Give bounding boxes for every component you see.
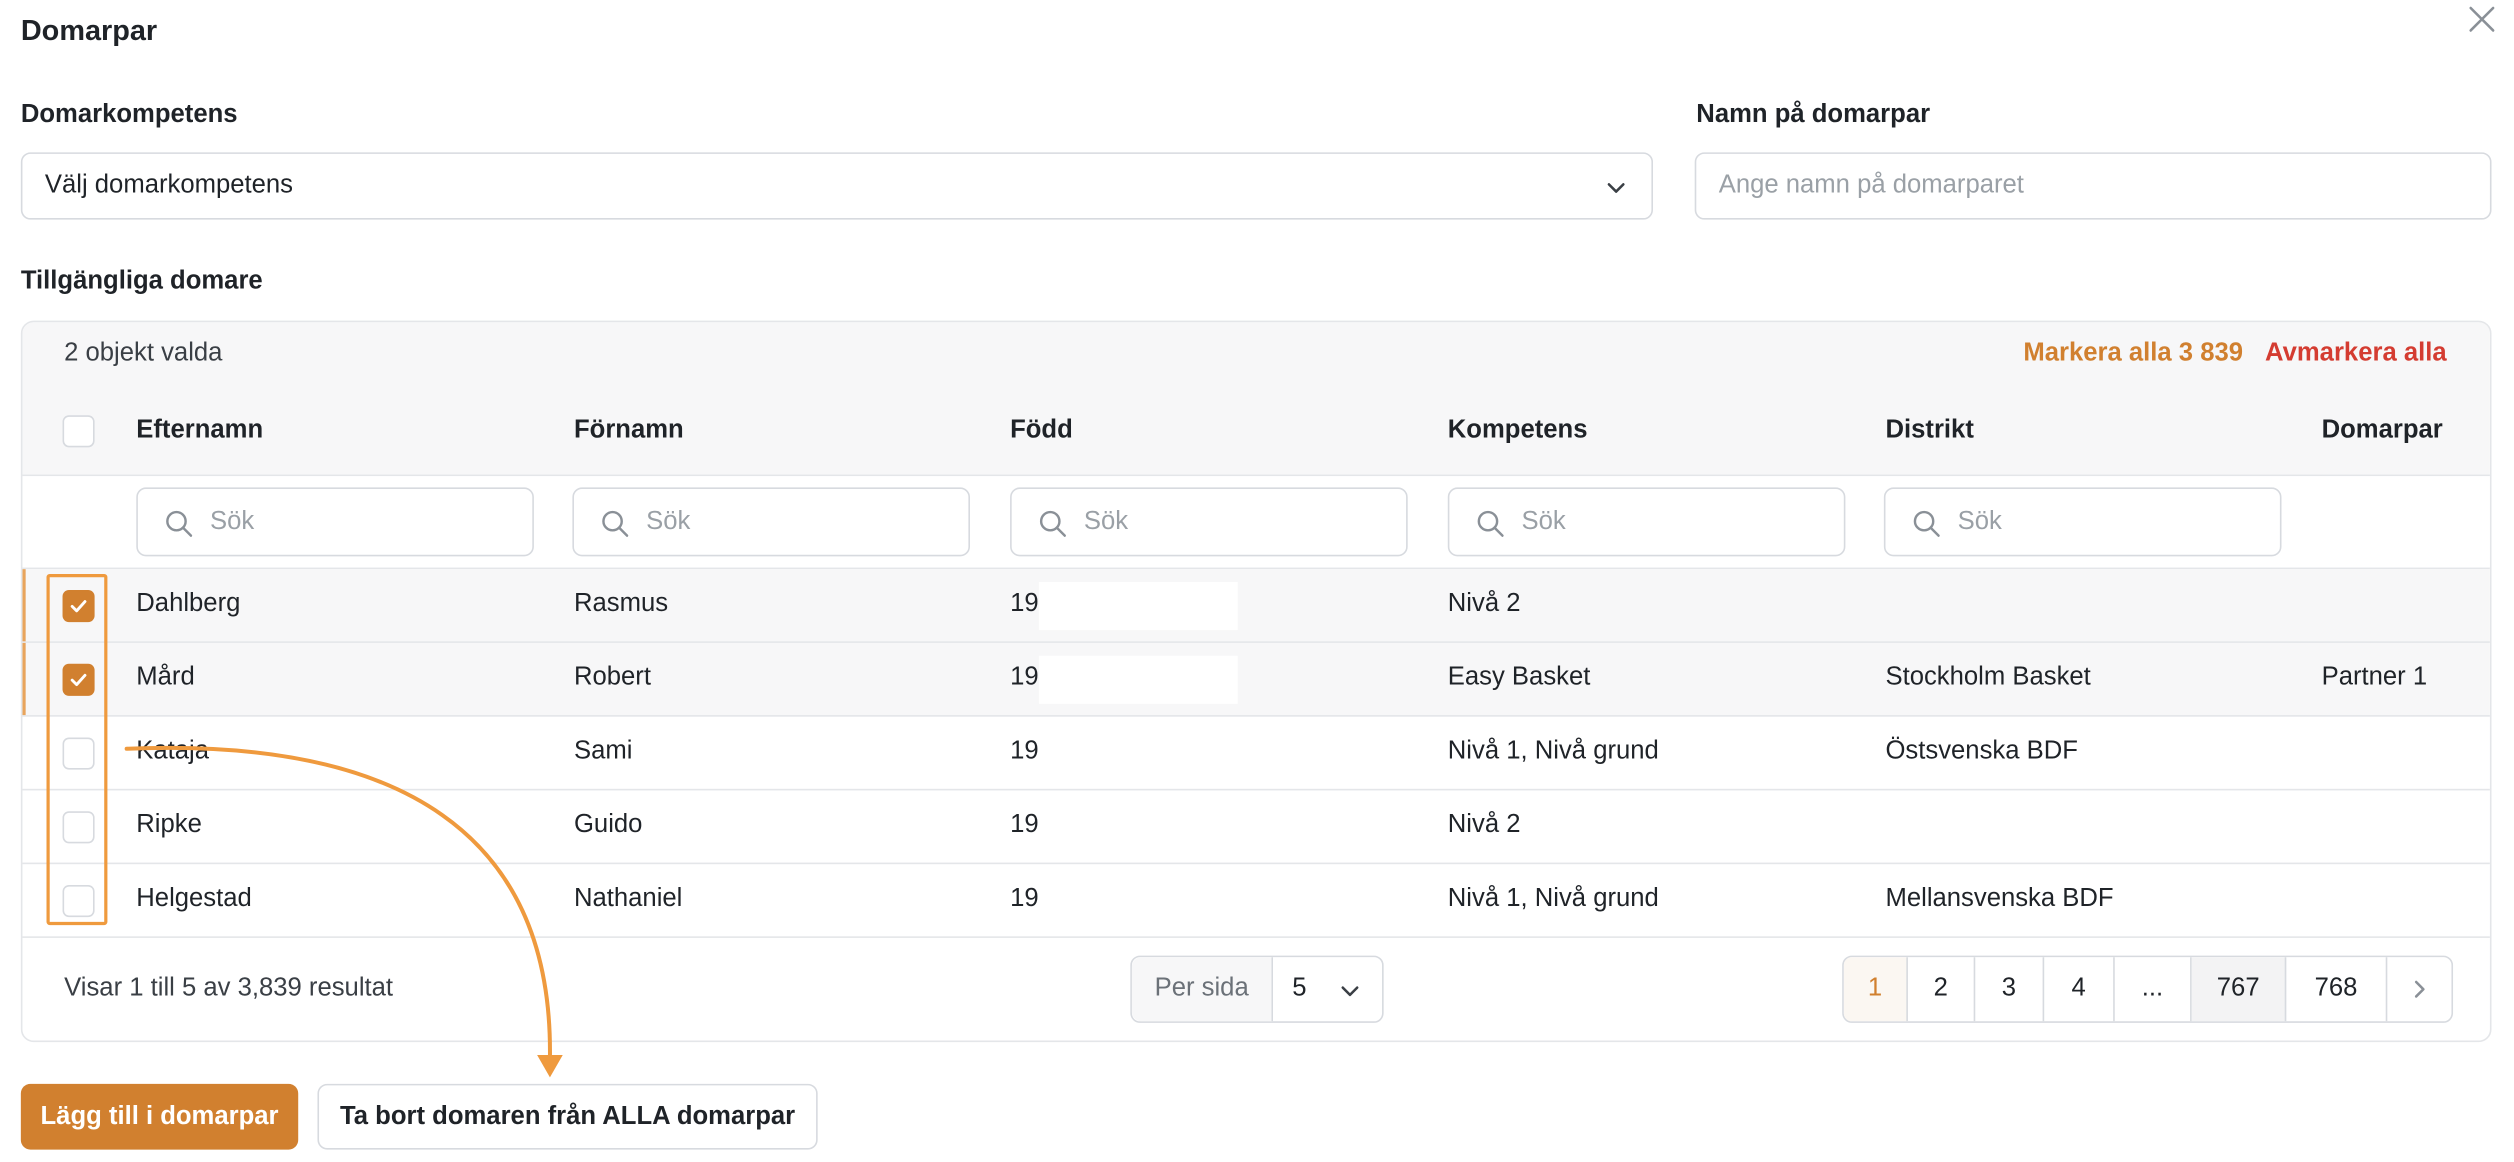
page-button-3[interactable]: 3 bbox=[1975, 957, 2045, 1022]
referees-table: 2 objekt valda Markera alla 3 839 Avmark… bbox=[20, 320, 2492, 1043]
cell-firstname: Guido bbox=[573, 811, 643, 839]
cell-born: 19 bbox=[1010, 885, 1039, 913]
cell-firstname: Robert bbox=[573, 663, 651, 692]
search-icon bbox=[1039, 510, 1066, 537]
pair-name-label: Namn på domarpar bbox=[1696, 101, 1931, 129]
competence-label: Domarkompetens bbox=[20, 101, 238, 129]
table-toolbar: 2 objekt valda Markera alla 3 839 Avmark… bbox=[22, 322, 2490, 477]
row-checkbox[interactable] bbox=[62, 811, 95, 844]
chevron-down-icon bbox=[1607, 183, 1625, 193]
select-all-checkbox[interactable] bbox=[62, 415, 95, 448]
cell-competence: Nivå 2 bbox=[1447, 590, 1521, 618]
cell-district: Mellansvenska BDF bbox=[1885, 885, 2114, 913]
page-button-4[interactable]: 4 bbox=[2044, 957, 2115, 1022]
search-icon bbox=[1913, 510, 1940, 537]
filter-row bbox=[22, 476, 2490, 570]
available-referees-label: Tillgängliga domare bbox=[20, 267, 263, 296]
cell-born: 19 bbox=[1010, 590, 1039, 618]
deselect-all-link[interactable]: Avmarkera alla bbox=[2265, 340, 2447, 369]
search-lastname-input[interactable] bbox=[210, 489, 515, 555]
results-summary: Visar 1 till 5 av 3,839 resultat bbox=[64, 974, 394, 1003]
remove-from-all-pairs-button[interactable]: Ta bort domaren från ALLA domarpar bbox=[317, 1083, 818, 1150]
cell-competence: Nivå 1, Nivå grund bbox=[1447, 737, 1659, 765]
page-ellipsis: ... bbox=[2115, 957, 2192, 1022]
search-firstname-input[interactable] bbox=[646, 489, 951, 555]
column-header-firstname[interactable]: Förnamn bbox=[574, 417, 684, 446]
per-page-select[interactable]: Per sida 5 bbox=[1130, 955, 1384, 1023]
cell-firstname: Sami bbox=[573, 737, 633, 765]
selected-count: 2 objekt valda bbox=[64, 339, 223, 368]
table-row[interactable]: Kataja Sami 19 Nivå 1, Nivå grund Östsve… bbox=[22, 717, 2490, 791]
search-competence-input[interactable] bbox=[1521, 489, 1827, 555]
cell-lastname: Ripke bbox=[136, 811, 202, 839]
column-header-district[interactable]: Distrikt bbox=[1885, 417, 1973, 446]
search-born-input[interactable] bbox=[1083, 489, 1389, 555]
search-district-input[interactable] bbox=[1957, 489, 2263, 555]
cell-firstname: Rasmus bbox=[573, 590, 669, 618]
modal-title: Domarpar bbox=[20, 14, 158, 47]
cell-born: 19 bbox=[1010, 737, 1039, 765]
cell-lastname: Helgestad bbox=[136, 885, 252, 913]
check-icon bbox=[70, 600, 87, 613]
search-firstname[interactable] bbox=[572, 487, 970, 557]
cell-lastname: Mård bbox=[136, 663, 195, 692]
search-district[interactable] bbox=[1883, 487, 2282, 557]
cell-competence: Easy Basket bbox=[1447, 663, 1591, 692]
check-icon bbox=[70, 673, 87, 687]
search-icon bbox=[602, 510, 629, 537]
search-born[interactable] bbox=[1010, 487, 1408, 557]
redacted-block bbox=[1038, 581, 1238, 631]
row-checkbox[interactable] bbox=[62, 663, 95, 696]
competence-selected-value: Välj domarkompetens bbox=[44, 171, 294, 199]
table-row[interactable]: Dahlberg Rasmus 19 Nivå 2 bbox=[22, 569, 2490, 643]
add-to-pair-button[interactable]: Lägg till i domarpar bbox=[20, 1083, 299, 1150]
cell-district: Stockholm Basket bbox=[1885, 663, 2091, 692]
column-header-lastname[interactable]: Efternamn bbox=[136, 417, 263, 446]
per-page-label: Per sida bbox=[1131, 957, 1274, 1022]
cell-pair: Partner 1 bbox=[2321, 663, 2428, 692]
close-icon[interactable] bbox=[2463, 0, 2501, 38]
per-page-value: 5 bbox=[1292, 974, 1307, 1003]
cell-lastname: Kataja bbox=[136, 737, 210, 765]
column-header-born[interactable]: Född bbox=[1010, 417, 1073, 446]
cell-district: Östsvenska BDF bbox=[1885, 737, 2078, 765]
table-row[interactable]: Ripke Guido 19 Nivå 2 bbox=[22, 790, 2490, 865]
chevron-right-icon bbox=[2414, 980, 2425, 998]
search-competence[interactable] bbox=[1447, 487, 1846, 557]
page-button-1[interactable]: 1 bbox=[1843, 957, 1908, 1022]
cell-born: 19 bbox=[1010, 811, 1039, 839]
page-button-2[interactable]: 2 bbox=[1908, 957, 1976, 1022]
cell-competence: Nivå 1, Nivå grund bbox=[1447, 885, 1659, 913]
row-checkbox[interactable] bbox=[62, 737, 95, 770]
search-icon bbox=[166, 510, 193, 537]
cell-competence: Nivå 2 bbox=[1447, 811, 1521, 839]
select-all-link[interactable]: Markera alla 3 839 bbox=[2023, 340, 2243, 369]
cell-lastname: Dahlberg bbox=[136, 590, 241, 618]
selected-row-accent bbox=[22, 569, 26, 642]
next-page-button[interactable] bbox=[2387, 957, 2451, 1021]
selected-row-accent bbox=[22, 642, 26, 716]
column-header-pair[interactable]: Domarpar bbox=[2322, 417, 2443, 446]
table-row[interactable]: Helgestad Nathaniel 19 Nivå 1, Nivå grun… bbox=[22, 864, 2490, 938]
pagination: 1 2 3 4 ... 767 768 bbox=[1842, 955, 2454, 1023]
search-icon bbox=[1477, 510, 1504, 537]
cell-firstname: Nathaniel bbox=[573, 885, 683, 913]
redacted-block bbox=[1038, 655, 1238, 704]
row-checkbox[interactable] bbox=[62, 885, 95, 918]
search-lastname[interactable] bbox=[136, 487, 534, 557]
page-button-768[interactable]: 768 bbox=[2286, 957, 2388, 1022]
page-button-767[interactable]: 767 bbox=[2191, 957, 2287, 1022]
chevron-down-icon bbox=[1341, 986, 1359, 997]
pair-name-input[interactable] bbox=[1694, 152, 2492, 220]
row-checkbox[interactable] bbox=[62, 590, 95, 623]
cell-born: 19 bbox=[1010, 663, 1039, 692]
column-header-competence[interactable]: Kompetens bbox=[1448, 417, 1588, 446]
competence-select[interactable]: Välj domarkompetens bbox=[20, 152, 1654, 220]
table-row[interactable]: Mård Robert 19 Easy Basket Stockholm Bas… bbox=[22, 642, 2490, 717]
